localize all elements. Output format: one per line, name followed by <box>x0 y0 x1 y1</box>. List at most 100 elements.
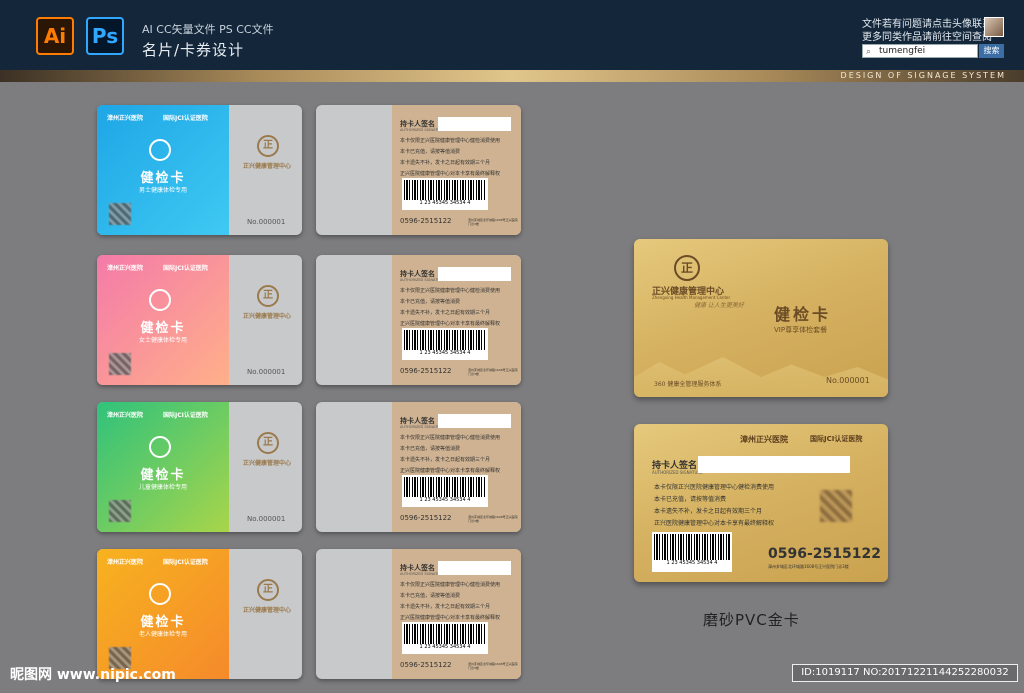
center-name: 正兴健康管理中心 <box>242 607 291 614</box>
search-button[interactable]: 搜索 <box>979 44 1004 58</box>
telephone: 0596-2515122 <box>400 217 452 225</box>
card-subtitle: 老人健康体检专用 <box>138 631 187 638</box>
rule-item: 本卡仅限正兴医院健康管理中心健检消费使用 <box>400 435 501 441</box>
avatar[interactable] <box>984 17 1004 37</box>
card-number: No.000001 <box>247 515 286 523</box>
rule-item: 本卡已充值，请按等值消费 <box>400 446 461 452</box>
address: 漳州芗城区北环城路1608号正兴医院门诊3楼 <box>468 368 518 376</box>
barcode-number: 1 23 45345 34534 4 <box>419 497 471 503</box>
banner-text: DESIGN OF SIGNAGE SYSTEM <box>840 71 1006 80</box>
image-id: ID:1019117 NO:20171221144252280032 <box>792 664 1018 682</box>
mountain-pattern <box>634 357 888 397</box>
photoshop-icon: Ps <box>86 17 124 55</box>
center-logo-icon: 正 <box>257 579 279 601</box>
barcode-number: 1 23 45345 34534 4 <box>419 200 471 206</box>
barcode: 1 23 45345 34534 4 <box>402 178 488 210</box>
card-subtitle: 儿童健康体检专用 <box>138 484 187 491</box>
signature-field <box>698 456 850 473</box>
rule-item: 本卡仅限正兴医院健康管理中心健检消费使用 <box>400 138 501 144</box>
address: 漳州芗城区北环城路1608号正兴医院门诊3楼 <box>768 564 849 569</box>
face-icon <box>149 583 171 605</box>
rule-item: 本卡仅限正兴医院健康管理中心健检消费使用 <box>400 288 501 294</box>
card-subtitle: 女士健康体检专用 <box>138 337 187 344</box>
card-back: 持卡人签名 AUTHORIZED SIGNATURE 本卡仅限正兴医院健康管理中心健… <box>316 255 521 385</box>
search-icon: ⌕ <box>866 47 872 57</box>
qr-code <box>109 353 131 375</box>
center-name: 正兴健康管理中心 <box>242 460 291 467</box>
header-bar: Ai Ps AI CC矢量文件 PS CC文件 名片/卡券设计 文件若有问题请点… <box>0 0 1024 70</box>
card-number: No.000001 <box>247 218 286 226</box>
jci-label: 国际JCI认证医院 <box>163 265 208 272</box>
barcode: 1 23 45345 34534 4 <box>402 622 488 654</box>
center-name: 正兴健康管理中心 <box>242 313 291 320</box>
vip-label: VIP尊享体检套餐 <box>774 326 828 334</box>
card-title: 健检卡 <box>140 615 186 630</box>
card-number: No.000001 <box>826 376 870 385</box>
illustrator-icon: Ai <box>36 17 74 55</box>
signature-field <box>438 267 511 281</box>
rule-item: 正兴医院健康管理中心对本卡享有最终解释权 <box>400 468 501 474</box>
card-front: 漳州正兴医院 国际JCI认证医院健检卡 女士健康体检专用 正正兴健康管理中心 No.00… <box>97 255 302 385</box>
card-number: No.000001 <box>247 368 286 376</box>
hospital-name: 漳州正兴医院 <box>107 559 144 566</box>
search-value: tumengfei <box>879 46 926 56</box>
page-title: 名片/卡券设计 <box>142 41 245 59</box>
card-back: 持卡人签名 AUTHORIZED SIGNATURE 本卡仅限正兴医院健康管理中心健… <box>316 549 521 679</box>
jci-label: 国际JCI认证医院 <box>163 412 208 419</box>
card-title: 健检卡 <box>140 321 186 336</box>
card-title: 健检卡 <box>140 171 186 186</box>
rule-item: 本卡遗失不补，发卡之日起有效期三个月 <box>400 310 491 316</box>
address: 漳州芗城区北环城路1608号正兴医院门诊3楼 <box>468 662 518 670</box>
card-front: 漳州正兴医院 国际JCI认证医院 健检卡 男士健康体检专用 正正兴健康管理中心 No.00… <box>97 105 302 235</box>
rule-item: 本卡已充值，请按等值消费 <box>400 299 461 305</box>
card-title: 健检卡 <box>774 305 832 324</box>
slogan: 健康 让人生更美好 <box>694 302 744 309</box>
gold-card-back: 漳州正兴医院 国际JCI认证医院 持卡人签名 AUTHORIZED SIGNAT… <box>634 424 888 582</box>
barcode: 1 23 45345 34534 4 <box>402 328 488 360</box>
rule-item: 本卡遗失不补，发卡之日起有效期三个月 <box>654 508 763 515</box>
rule-item: 本卡仅限正兴医院健康管理中心健检消费使用 <box>400 582 501 588</box>
barcode-number: 1 23 45345 34534 4 <box>419 350 471 356</box>
center-logo-icon: 正 <box>674 255 700 281</box>
file-formats: AI CC矢量文件 PS CC文件 <box>142 23 274 36</box>
face-icon <box>149 289 171 311</box>
signature-field <box>438 414 511 428</box>
card-title: 健检卡 <box>140 468 186 483</box>
barcode: 1 23 45345 34534 4 <box>652 532 732 572</box>
hospital-name: 漳州正兴医院 <box>107 115 144 122</box>
jci-label: 国际JCI认证医院 <box>810 435 863 443</box>
rule-item: 本卡已充值，请按等值消费 <box>400 149 461 155</box>
hospital-name: 漳州正兴医院 <box>107 412 144 419</box>
rule-item: 本卡遗失不补，发卡之日起有效期三个月 <box>400 457 491 463</box>
hospital-name: 漳州正兴医院 <box>740 435 788 444</box>
barcode: 1 23 45345 34534 4 <box>402 475 488 507</box>
center-logo-icon: 正 <box>257 285 279 307</box>
address: 漳州芗城区北环城路1608号正兴医院门诊3楼 <box>468 515 518 523</box>
address: 漳州芗城区北环城路1608号正兴医院门诊3楼 <box>468 218 518 226</box>
face-icon <box>149 436 171 458</box>
center-name: 正兴健康管理中心 <box>242 163 291 170</box>
rule-item: 本卡遗失不补，发卡之日起有效期三个月 <box>400 604 491 610</box>
rule-item: 正兴医院健康管理中心对本卡享有最终解释权 <box>654 520 775 527</box>
gold-card-front: 正 正兴健康管理中心 Zhengxing Health Management C… <box>634 239 888 397</box>
rule-item: 本卡已充值，请按等值消费 <box>654 496 727 503</box>
qr-code <box>820 490 852 522</box>
hospital-name: 漳州正兴医院 <box>107 265 144 272</box>
watermark: 昵图网 www.nipic.com <box>10 667 176 683</box>
telephone: 0596-2515122 <box>400 367 452 375</box>
gold-card-caption: 磨砂PVC金卡 <box>703 611 800 629</box>
barcode-number: 1 23 45345 34534 4 <box>419 644 471 650</box>
rule-item: 本卡遗失不补，发卡之日起有效期三个月 <box>400 160 491 166</box>
telephone: 0596-2515122 <box>400 661 452 669</box>
card-front: 漳州正兴医院 国际JCI认证医院健检卡 老人健康体检专用 正正兴健康管理中心 <box>97 549 302 679</box>
card-front: 漳州正兴医院 国际JCI认证医院 健检卡 儿童健康体检专用 正正兴健康管理中心 No.00… <box>97 402 302 532</box>
telephone: 0596-2515122 <box>768 546 881 562</box>
rule-item: 正兴医院健康管理中心对本卡享有最终解释权 <box>400 171 501 177</box>
face-icon <box>149 139 171 161</box>
telephone: 0596-2515122 <box>400 514 452 522</box>
card-back: 持卡人签名 AUTHORIZED SIGNATURE 本卡仅限正兴医院健康管理中心健… <box>316 402 521 532</box>
rule-item: 正兴医院健康管理中心对本卡享有最终解释权 <box>400 615 501 621</box>
search-input[interactable]: ⌕ tumengfei <box>862 44 978 58</box>
jci-label: 国际JCI认证医院 <box>163 559 208 566</box>
service-system: 360 健康全管理服务体系 <box>654 381 722 388</box>
